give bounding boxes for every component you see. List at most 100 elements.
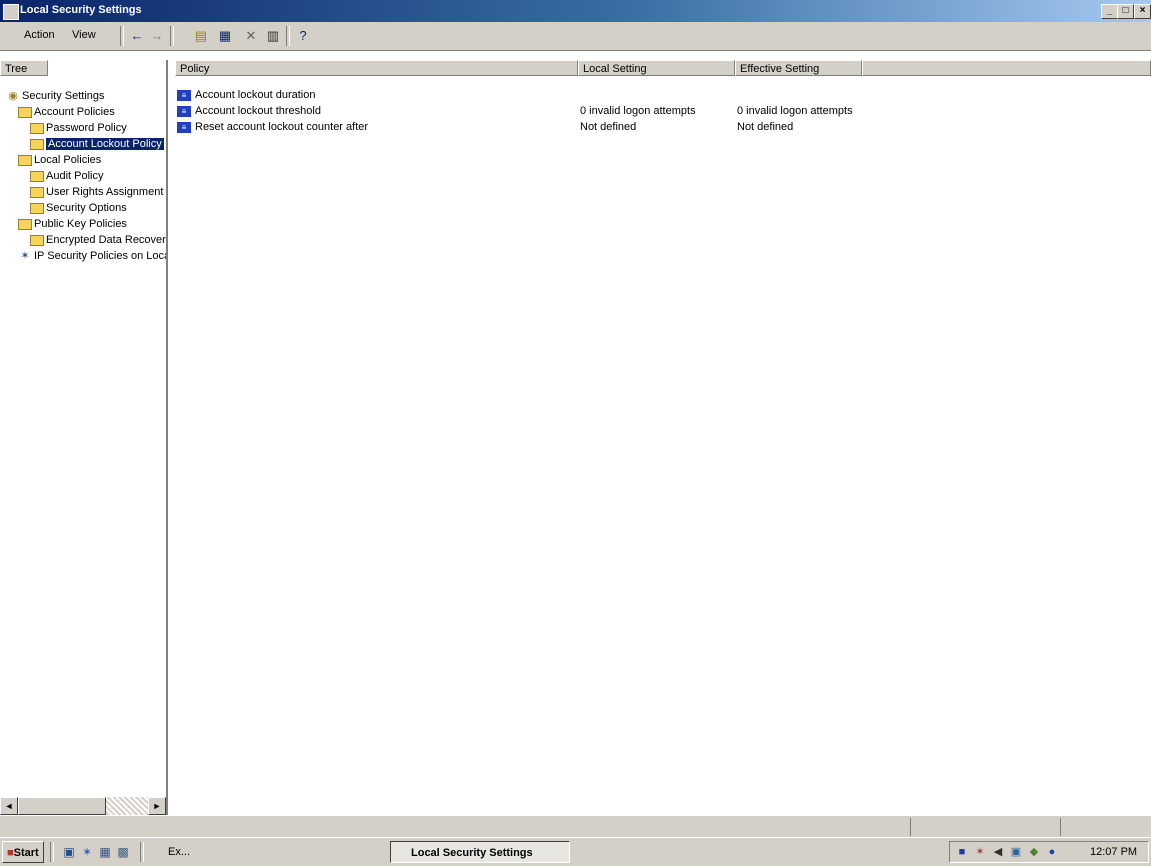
effective-setting: 0 invalid logon attempts (737, 105, 853, 117)
tray-monitor-icon[interactable]: ▣ (1010, 846, 1022, 858)
tree-item[interactable]: Local Policies (18, 152, 101, 168)
folder-icon (18, 218, 32, 230)
network-icon[interactable]: ▩ (116, 845, 130, 859)
tray-network-icon[interactable]: ✶ (974, 846, 986, 858)
explorer-icon[interactable]: ✶ (80, 845, 94, 859)
security-settings-icon: ◉ (8, 90, 18, 103)
delete-icon[interactable]: ✕ (242, 27, 260, 45)
folder-icon (30, 186, 44, 198)
taskbar-item-label: Ex... (168, 846, 191, 858)
ip-security-icon: ✶ (20, 250, 30, 263)
scroll-right-icon[interactable]: ► (148, 797, 166, 815)
tree-item[interactable]: Security Options (30, 200, 127, 216)
tray-shield-icon[interactable]: ◆ (1028, 846, 1040, 858)
clock[interactable]: 12:07 PM (1090, 846, 1137, 858)
tree-item-label: Audit Policy (46, 170, 104, 182)
status-divider (910, 818, 911, 836)
scroll-left-icon[interactable]: ◄ (0, 797, 18, 815)
policy-icon: ≡ (177, 89, 191, 101)
effective-setting: Not defined (737, 121, 794, 133)
taskbar-item-explorer[interactable]: Ex... (148, 841, 298, 863)
policy-icon: ≡ (177, 105, 191, 117)
maximize-button[interactable]: □ (1117, 4, 1134, 19)
list-pane[interactable]: Policy Local Setting Effective Setting ≡… (175, 60, 1151, 815)
app-icon (3, 4, 19, 20)
taskbar-separator (140, 842, 144, 862)
tree-item[interactable]: Encrypted Data Recovery Agents (30, 232, 168, 248)
folder-icon (30, 202, 44, 214)
help-icon[interactable]: ? (294, 27, 312, 45)
tree-item[interactable]: User Rights Assignment (30, 184, 163, 200)
up-folder-icon[interactable]: ▤ (192, 27, 210, 45)
folder-icon (30, 122, 44, 134)
list-item[interactable]: ≡ Account lockout threshold (177, 103, 321, 119)
desktop-icon[interactable]: ▣ (62, 845, 76, 859)
tree-item[interactable]: ✶ IP Security Policies on Local Machine (18, 248, 166, 264)
list-item[interactable]: ≡ Account lockout duration (177, 87, 315, 103)
menu-action[interactable]: Action (24, 29, 55, 41)
tree-item-label: Security Options (46, 202, 127, 214)
folder-icon (18, 154, 32, 166)
policy-name: Account lockout threshold (195, 105, 321, 117)
list-item[interactable]: ≡ Reset account lockout counter after (177, 119, 368, 135)
folder-icon (30, 234, 44, 246)
tree-item-label: Public Key Policies (34, 218, 127, 230)
show-hide-tree-icon[interactable]: ▦ (216, 27, 234, 45)
tree-item[interactable]: Account Policies (18, 104, 115, 120)
properties-icon[interactable]: ▥ (264, 27, 282, 45)
volume-icon[interactable]: ◀ (992, 846, 1004, 858)
toolbar-separator (170, 26, 174, 46)
menu-view[interactable]: View (72, 29, 96, 41)
folder-icon (30, 138, 44, 150)
column-header-filler (862, 60, 1151, 76)
scroll-thumb[interactable] (18, 797, 106, 815)
column-header-policy[interactable]: Policy (175, 60, 578, 76)
tree-item[interactable]: Public Key Policies (18, 216, 127, 232)
taskbar-separator (50, 842, 54, 862)
tree-item-label: User Rights Assignment (46, 186, 164, 198)
status-divider (1060, 818, 1061, 836)
system-tray: ■ ✶ ◀ ▣ ◆ ● 12:07 PM (949, 841, 1149, 863)
tree-item[interactable]: Audit Policy (30, 168, 103, 184)
folder-icon (18, 106, 32, 118)
status-bar (0, 815, 1151, 838)
policy-name: Reset account lockout counter after (195, 121, 369, 133)
tree-item-label: Account Lockout Policy (46, 138, 164, 150)
local-setting: Not defined (580, 121, 637, 133)
column-header-effective-setting[interactable]: Effective Setting (735, 60, 862, 76)
forward-icon[interactable]: → (148, 27, 166, 45)
taskbar-item-label: Local Security Settings (411, 847, 533, 859)
minimize-button[interactable]: _ (1101, 4, 1118, 19)
window-title: Local Security Settings (20, 4, 142, 16)
tree-item-label: Security Settings (22, 90, 105, 102)
tree-header[interactable]: Tree (0, 60, 48, 76)
taskbar: ■Start ▣ ✶ ▦ ▩ Ex... Local Security Sett… (0, 837, 1151, 866)
close-button[interactable]: × (1134, 4, 1151, 19)
policy-icon: ≡ (177, 121, 191, 133)
tree-item[interactable]: ◉ Security Settings (6, 88, 105, 104)
console-icon[interactable]: ▦ (98, 845, 112, 859)
tray-app-icon[interactable]: ■ (956, 846, 968, 858)
tree-item[interactable]: Account Lockout Policy (30, 136, 164, 152)
title-bar[interactable]: Local Security Settings _ □ × (0, 0, 1151, 22)
tree-item-label: Password Policy (46, 122, 127, 134)
tray-user-icon[interactable]: ● (1046, 846, 1058, 858)
folder-icon (30, 170, 44, 182)
column-header-local-setting[interactable]: Local Setting (578, 60, 735, 76)
tree-item-label: Encrypted Data Recovery Agents (46, 234, 168, 246)
tree-pane[interactable]: Tree ◉ Security Settings Account Policies P… (0, 60, 168, 815)
tree-item-label: IP Security Policies on Local Machine (34, 250, 166, 262)
windows-logo-icon: ■ (7, 847, 14, 859)
tree-horizontal-scrollbar[interactable]: ◄ ► (0, 797, 166, 815)
start-label: Start (13, 847, 39, 859)
taskbar-item-local-security-settings[interactable]: Local Security Settings (390, 841, 570, 863)
local-setting: 0 invalid logon attempts (580, 105, 696, 117)
toolbar-separator (286, 26, 290, 46)
start-button[interactable]: ■Start (2, 841, 44, 863)
toolbar: Action View ← → ▤ ▦ ✕ ▥ ? (0, 22, 1151, 51)
tree-item-label: Account Policies (34, 106, 115, 118)
back-icon[interactable]: ← (128, 27, 146, 45)
policy-name: Account lockout duration (195, 89, 316, 101)
tree-item[interactable]: Password Policy (30, 120, 127, 136)
toolbar-separator (120, 26, 124, 46)
